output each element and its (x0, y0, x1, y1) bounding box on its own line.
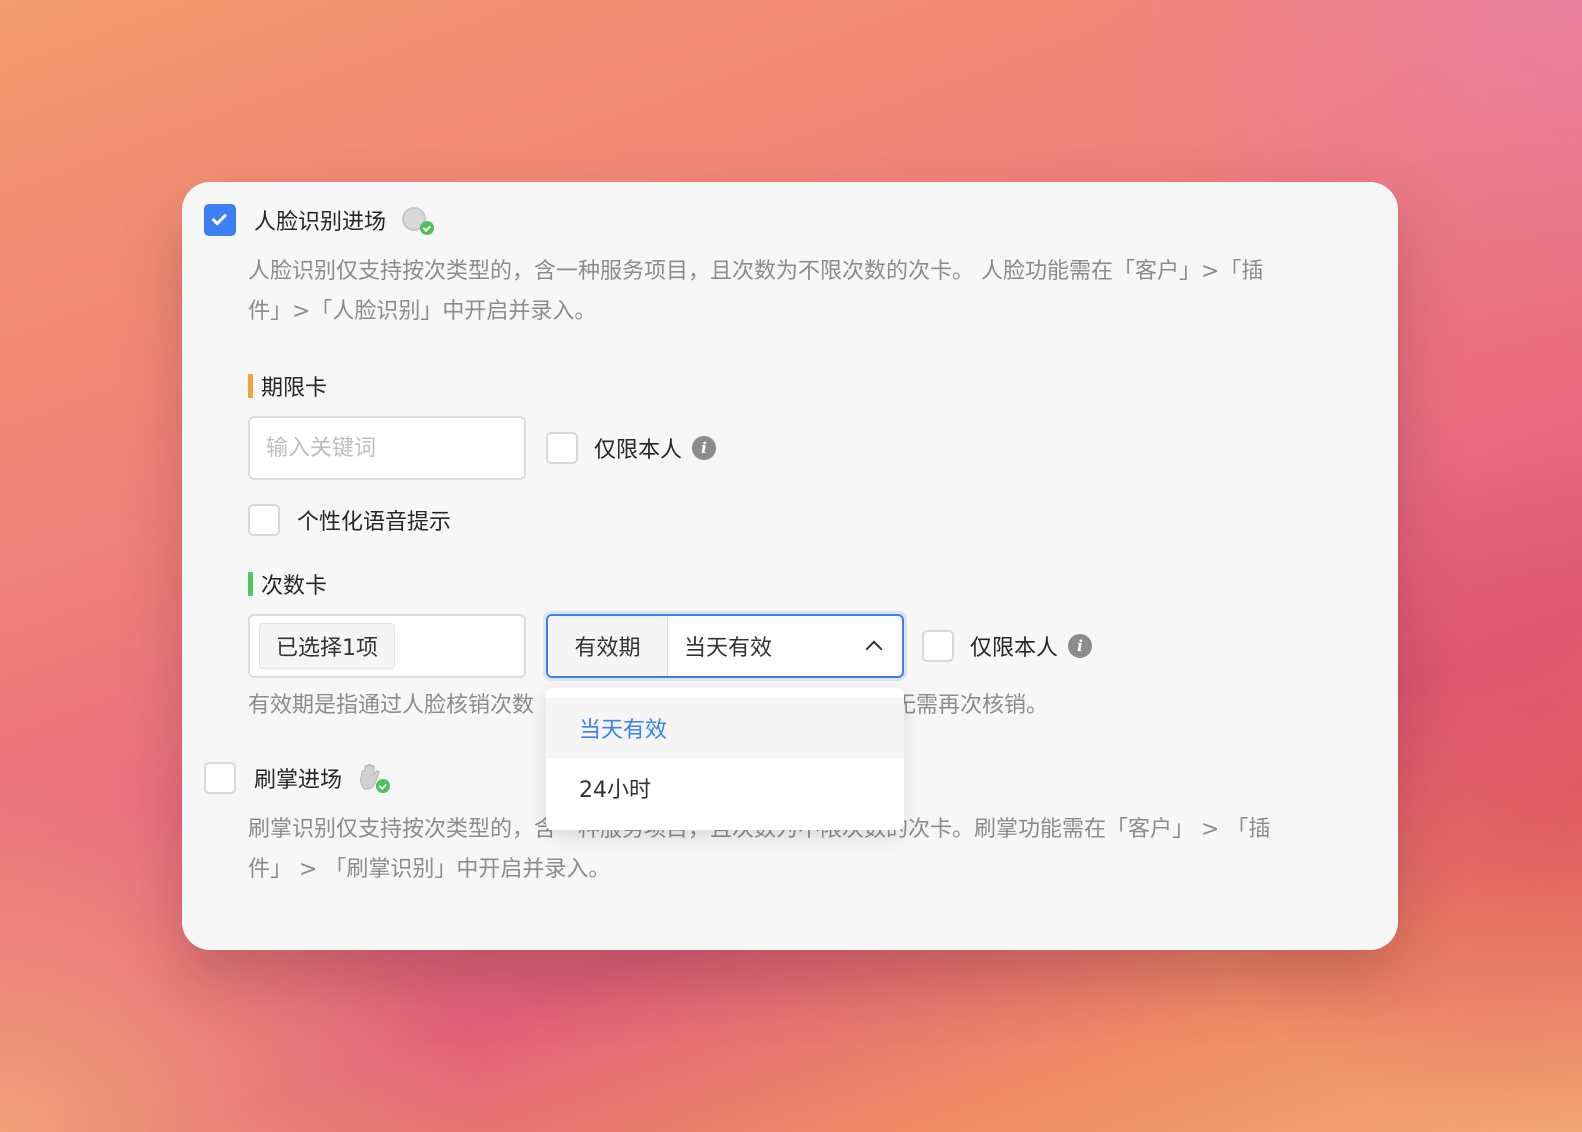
validity-prefix: 有效期 (548, 616, 668, 676)
dropdown-option-24h[interactable]: 24小时 (546, 758, 904, 818)
check-icon (211, 210, 228, 226)
info-icon[interactable]: i (1068, 634, 1093, 658)
face-recognition-icon (400, 205, 435, 235)
palm-entry-checkbox[interactable] (204, 762, 236, 794)
face-entry-label: 人脸识别进场 (254, 210, 387, 235)
settings-card: 人脸识别进场 人脸识别仅支持按次类型的，含一种服务项目，且次数为不限次数的次卡。… (182, 182, 1398, 950)
keyword-input-wrapper (248, 416, 526, 480)
dropdown-option-same-day[interactable]: 当天有效 (546, 698, 904, 758)
voice-prompt-checkbox[interactable] (248, 504, 280, 536)
palm-recognition-icon (356, 763, 391, 793)
chevron-up-icon[interactable] (865, 640, 883, 658)
palm-entry-label: 刷掌进场 (254, 768, 343, 793)
period-owner-only-label: 仅限本人 (594, 438, 683, 463)
palm-entry-row: 刷掌进场 (204, 762, 391, 794)
face-entry-description: 人脸识别仅支持按次类型的，含一种服务项目，且次数为不限次数的次卡。 人脸功能需在… (248, 259, 1264, 324)
count-card-select[interactable]: 已选择1项 (248, 614, 526, 678)
validity-hint-right: 无需再次核销。 (894, 693, 1049, 718)
count-owner-only-checkbox[interactable] (922, 630, 954, 662)
voice-prompt-label: 个性化语音提示 (297, 510, 452, 535)
validity-value-box[interactable]: 当天有效 (668, 616, 902, 676)
selected-count-tag[interactable]: 已选择1项 (259, 623, 395, 669)
count-owner-only-row: 仅限本人 i (922, 630, 1093, 662)
validity-select[interactable]: 有效期 当天有效 (546, 614, 904, 678)
count-owner-only-label: 仅限本人 (970, 636, 1059, 661)
period-card-accent (248, 374, 253, 398)
period-owner-only-row: 仅限本人 i (546, 432, 717, 464)
voice-prompt-row: 个性化语音提示 (248, 504, 451, 536)
face-entry-row: 人脸识别进场 (204, 204, 435, 236)
info-icon[interactable]: i (692, 436, 717, 460)
validity-hint-left: 有效期是指通过人脸核销次数 (248, 693, 535, 718)
count-card-accent (248, 572, 253, 596)
count-card-title: 次数卡 (248, 568, 327, 600)
validity-dropdown: 当天有效 24小时 (546, 688, 904, 830)
keyword-input[interactable] (250, 435, 524, 461)
period-card-title: 期限卡 (248, 370, 327, 402)
face-entry-checkbox[interactable] (204, 204, 236, 236)
validity-value: 当天有效 (684, 636, 773, 661)
period-owner-only-checkbox[interactable] (546, 432, 578, 464)
